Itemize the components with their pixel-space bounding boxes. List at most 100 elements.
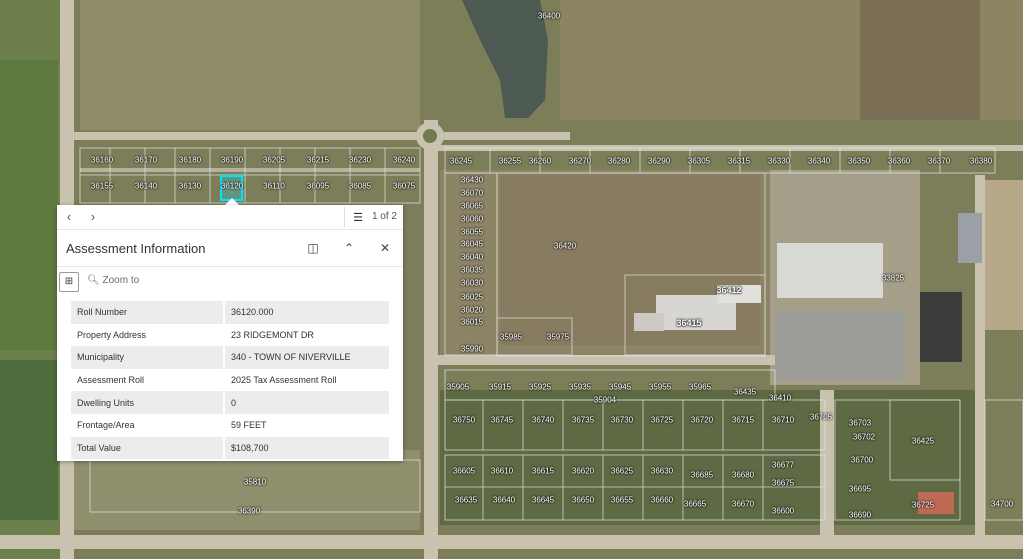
parcel-label[interactable]: 36685 — [691, 471, 713, 480]
parcel-label[interactable]: 36340 — [808, 157, 830, 166]
parcel-label[interactable]: 36703 — [849, 419, 871, 428]
parcel-label[interactable]: 36215 — [307, 156, 329, 165]
next-feature-button[interactable]: › — [85, 209, 101, 225]
parcel-label[interactable]: 36305 — [688, 157, 710, 166]
parcel-label[interactable]: 36315 — [728, 157, 750, 166]
parcel-label[interactable]: 36690 — [849, 511, 871, 520]
parcel-label[interactable]: 36650 — [572, 496, 594, 505]
parcel-label[interactable]: 36670 — [732, 500, 754, 509]
parcel-label[interactable]: 36190 — [221, 156, 243, 165]
parcel-label[interactable]: 36630 — [651, 467, 673, 476]
parcel-label[interactable]: 35945 — [609, 383, 631, 392]
parcel-label[interactable]: 36665 — [684, 500, 706, 509]
parcel-label[interactable]: 36060 — [461, 215, 483, 224]
dock-button[interactable]: ◫ — [305, 240, 321, 256]
parcel-label[interactable]: 36270 — [569, 157, 591, 166]
parcel-label[interactable]: 36160 — [91, 156, 113, 165]
parcel-label[interactable]: 36635 — [455, 496, 477, 505]
parcel-label[interactable]: 36660 — [651, 496, 673, 505]
parcel-label[interactable]: 36695 — [849, 485, 871, 494]
parcel-label[interactable]: 36745 — [491, 416, 513, 425]
parcel-label[interactable]: 36025 — [461, 293, 483, 302]
parcel-label[interactable]: 36070 — [461, 189, 483, 198]
parcel-label[interactable]: 36260 — [529, 157, 551, 166]
parcel-label[interactable]: 36020 — [461, 306, 483, 315]
parcel-label[interactable]: 36015 — [461, 318, 483, 327]
parcel-label[interactable]: 36615 — [532, 467, 554, 476]
parcel-label[interactable]: 36715 — [732, 416, 754, 425]
parcel-label[interactable]: 36710 — [772, 416, 794, 425]
parcel-label[interactable]: 36425 — [912, 437, 934, 446]
previous-feature-button[interactable]: ‹ — [61, 209, 77, 225]
parcel-label[interactable]: 35965 — [689, 383, 711, 392]
parcel-label[interactable]: 36645 — [532, 496, 554, 505]
zoom-to-button[interactable]: 🔍︎ Zoom to — [87, 275, 139, 286]
parcel-label[interactable]: 36155 — [91, 182, 113, 191]
parcel-label[interactable]: 36740 — [532, 416, 554, 425]
parcel-label[interactable]: 36370 — [928, 157, 950, 166]
parcel-label[interactable]: 36725 — [651, 416, 673, 425]
parcel-label[interactable]: 36720 — [691, 416, 713, 425]
parcel-label[interactable]: 36655 — [611, 496, 633, 505]
parcel-label[interactable]: 36415 — [676, 318, 701, 328]
more-actions-button[interactable]: ⊞ — [59, 272, 79, 292]
parcel-label[interactable]: 36130 — [179, 182, 201, 191]
parcel-label[interactable]: 34700 — [991, 500, 1013, 509]
parcel-label[interactable]: 36600 — [772, 507, 794, 516]
parcel-label[interactable]: 36040 — [461, 253, 483, 262]
parcel-label[interactable]: 33825 — [882, 274, 904, 283]
parcel-label[interactable]: 36255 — [499, 157, 521, 166]
parcel-label[interactable]: 35904 — [594, 396, 616, 405]
parcel-label[interactable]: 36430 — [461, 176, 483, 185]
parcel-label[interactable]: 35990 — [461, 345, 483, 354]
parcel-label[interactable]: 36230 — [349, 156, 371, 165]
parcel-label[interactable]: 36750 — [453, 416, 475, 425]
parcel-label[interactable]: 36400 — [538, 12, 560, 21]
parcel-label[interactable]: 36065 — [461, 202, 483, 211]
parcel-label[interactable]: 36677 — [772, 461, 794, 470]
parcel-label[interactable]: 36030 — [461, 279, 483, 288]
parcel-label[interactable]: 36735 — [572, 416, 594, 425]
parcel-label[interactable]: 36702 — [853, 433, 875, 442]
parcel-label[interactable]: 36412 — [716, 285, 741, 295]
parcel-label[interactable]: 36435 — [734, 388, 756, 397]
parcel-label[interactable]: 36330 — [768, 157, 790, 166]
parcel-label[interactable]: 35905 — [447, 383, 469, 392]
parcel-label[interactable]: 35915 — [489, 383, 511, 392]
parcel-label[interactable]: 36390 — [238, 507, 260, 516]
parcel-label[interactable]: 36675 — [772, 479, 794, 488]
parcel-label[interactable]: 36170 — [135, 156, 157, 165]
parcel-label[interactable]: 36055 — [461, 228, 483, 237]
parcel-label[interactable]: 36700 — [851, 456, 873, 465]
parcel-label[interactable]: 35975 — [547, 333, 569, 342]
parcel-label[interactable]: 35985 — [500, 333, 522, 342]
parcel-label[interactable]: 36205 — [263, 156, 285, 165]
parcel-label[interactable]: 36730 — [611, 416, 633, 425]
parcel-label[interactable]: 36085 — [349, 182, 371, 191]
parcel-label[interactable]: 36045 — [461, 240, 483, 249]
parcel-label[interactable]: 36240 — [393, 156, 415, 165]
parcel-label[interactable]: 36075 — [393, 182, 415, 191]
parcel-label[interactable]: 35925 — [529, 383, 551, 392]
collapse-button[interactable]: ⌃ — [341, 240, 357, 256]
parcel-label[interactable]: 35810 — [244, 478, 266, 487]
parcel-label[interactable]: 36420 — [554, 242, 576, 251]
parcel-label[interactable]: 36180 — [179, 156, 201, 165]
feature-list-icon[interactable]: ☰ — [353, 211, 363, 224]
parcel-label[interactable]: 36725 — [912, 501, 934, 510]
parcel-label[interactable]: 35935 — [569, 383, 591, 392]
parcel-label[interactable]: 36110 — [263, 182, 285, 191]
parcel-label[interactable]: 36380 — [970, 157, 992, 166]
parcel-label[interactable]: 36605 — [453, 467, 475, 476]
parcel-label[interactable]: 36290 — [648, 157, 670, 166]
parcel-label[interactable]: 36120 — [221, 182, 243, 191]
parcel-label[interactable]: 36280 — [608, 157, 630, 166]
parcel-label[interactable]: 36140 — [135, 182, 157, 191]
parcel-label[interactable]: 36680 — [732, 471, 754, 480]
parcel-label[interactable]: 35955 — [649, 383, 671, 392]
parcel-label[interactable]: 36410 — [769, 394, 791, 403]
parcel-label[interactable]: 36640 — [493, 496, 515, 505]
parcel-label[interactable]: 36610 — [491, 467, 513, 476]
parcel-label[interactable]: 36095 — [307, 182, 329, 191]
close-button[interactable]: ✕ — [377, 240, 393, 256]
